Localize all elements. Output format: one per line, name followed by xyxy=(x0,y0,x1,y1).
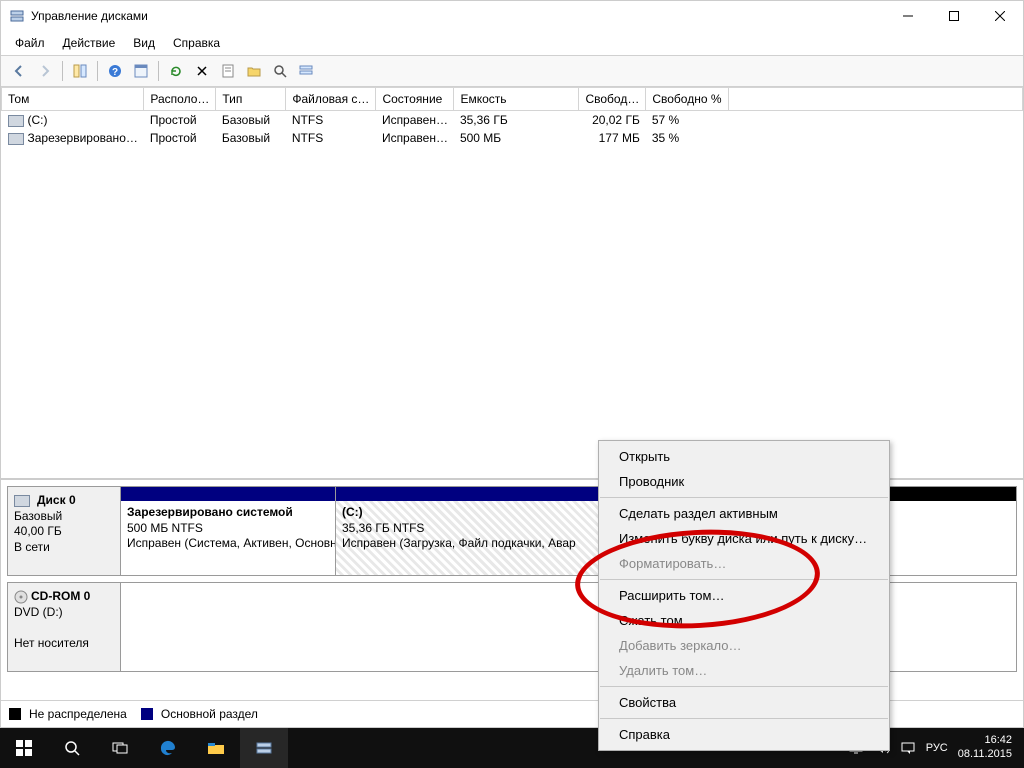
col-free[interactable]: Свобод… xyxy=(579,88,646,111)
zoom-icon[interactable] xyxy=(268,59,292,83)
ctx-properties[interactable]: Свойства xyxy=(599,690,889,715)
edge-icon[interactable] xyxy=(144,728,192,768)
col-volume[interactable]: Том xyxy=(2,88,144,111)
partition-reserved[interactable]: Зарезервировано системой 500 МБ NTFS Исп… xyxy=(121,487,336,575)
menu-file[interactable]: Файл xyxy=(7,33,53,53)
forward-icon[interactable] xyxy=(33,59,57,83)
menu-action[interactable]: Действие xyxy=(55,33,124,53)
app-icon xyxy=(9,8,25,24)
col-capacity[interactable]: Емкость xyxy=(454,88,579,111)
volume-icon xyxy=(8,115,24,127)
titlebar: Управление дисками xyxy=(1,1,1023,31)
menu-bar: Файл Действие Вид Справка xyxy=(1,31,1023,56)
svg-text:?: ? xyxy=(112,67,118,78)
diskmgmt-taskbar-icon[interactable] xyxy=(240,728,288,768)
language-indicator[interactable]: РУС xyxy=(926,742,948,754)
ctx-explorer[interactable]: Проводник xyxy=(599,469,889,494)
ctx-mirror: Добавить зеркало… xyxy=(599,633,889,658)
volume-list: Том Располо… Тип Файловая с… Состояние Е… xyxy=(1,87,1023,480)
ctx-shrink[interactable]: Сжать том… xyxy=(599,608,889,633)
col-filesystem[interactable]: Файловая с… xyxy=(286,88,376,111)
back-icon[interactable] xyxy=(7,59,31,83)
list-icon[interactable] xyxy=(294,59,318,83)
menu-view[interactable]: Вид xyxy=(125,33,163,53)
col-status[interactable]: Состояние xyxy=(376,88,454,111)
help-icon[interactable]: ? xyxy=(103,59,127,83)
notification-icon[interactable] xyxy=(900,740,916,756)
folder-icon[interactable] xyxy=(242,59,266,83)
ctx-active[interactable]: Сделать раздел активным xyxy=(599,501,889,526)
ctx-format: Форматировать… xyxy=(599,551,889,576)
taskview-icon[interactable] xyxy=(96,728,144,768)
panel-icon[interactable] xyxy=(129,59,153,83)
properties-icon[interactable] xyxy=(216,59,240,83)
disk-icon xyxy=(14,495,30,507)
table-header: Том Располо… Тип Файловая с… Состояние Е… xyxy=(2,88,1023,111)
window-title: Управление дисками xyxy=(31,9,148,23)
refresh-icon[interactable] xyxy=(164,59,188,83)
cdrom-icon xyxy=(14,590,28,604)
close-button[interactable] xyxy=(977,1,1023,31)
volume-icon xyxy=(8,133,24,145)
explorer-icon[interactable] xyxy=(192,728,240,768)
panes-icon[interactable] xyxy=(68,59,92,83)
col-type[interactable]: Тип xyxy=(216,88,286,111)
maximize-button[interactable] xyxy=(931,1,977,31)
ctx-help[interactable]: Справка xyxy=(599,722,889,747)
ctx-delete: Удалить том… xyxy=(599,658,889,683)
legend-swatch-unallocated xyxy=(9,708,21,720)
cdrom-info: CD-ROM 0 DVD (D:) Нет носителя xyxy=(8,583,121,671)
col-free-pct[interactable]: Свободно % xyxy=(646,88,728,111)
legend-swatch-primary xyxy=(141,708,153,720)
ctx-letter[interactable]: Изменить букву диска или путь к диску… xyxy=(599,526,889,551)
ctx-open[interactable]: Открыть xyxy=(599,444,889,469)
table-row[interactable]: Зарезервировано… Простой Базовый NTFS Ис… xyxy=(2,129,1023,147)
toolbar: ? xyxy=(1,56,1023,87)
cancel-icon[interactable] xyxy=(190,59,214,83)
context-menu: Открыть Проводник Сделать раздел активны… xyxy=(598,440,890,751)
search-icon[interactable] xyxy=(48,728,96,768)
minimize-button[interactable] xyxy=(885,1,931,31)
menu-help[interactable]: Справка xyxy=(165,33,228,53)
start-button[interactable] xyxy=(0,728,48,768)
table-row[interactable]: (C:) Простой Базовый NTFS Исправен… 35,3… xyxy=(2,111,1023,130)
clock[interactable]: 16:42 08.11.2015 xyxy=(958,734,1012,762)
disk-info: Диск 0 Базовый 40,00 ГБ В сети xyxy=(8,487,121,575)
col-layout[interactable]: Располо… xyxy=(144,88,216,111)
ctx-extend[interactable]: Расширить том… xyxy=(599,583,889,608)
